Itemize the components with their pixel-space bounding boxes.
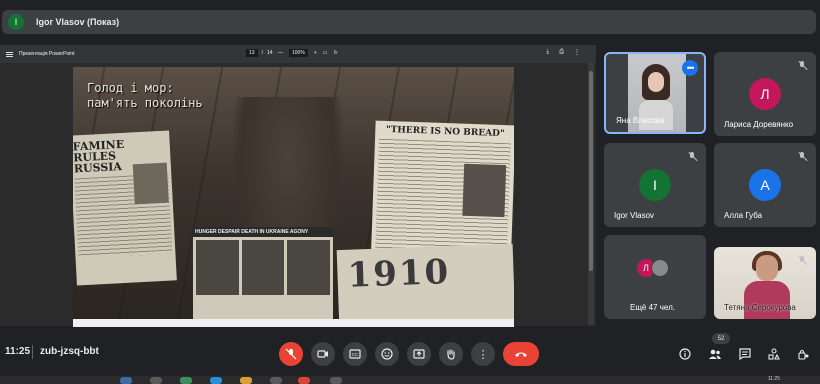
more-vert-icon[interactable]: ⋮ [574,49,580,56]
taskbar-clock: 11:25 [767,376,780,382]
chat-button[interactable] [736,345,754,363]
camera-button[interactable] [311,342,335,366]
app-icon[interactable] [150,377,162,384]
zoom-in-button[interactable]: + [314,50,317,56]
os-taskbar: 11:25 [0,376,820,384]
app-icon[interactable] [180,377,192,384]
participant-name: Яна Власова [616,116,665,125]
participant-tile-igor[interactable]: I Igor Vlasov [604,143,706,227]
end-call-icon [515,352,527,357]
menu-icon[interactable] [6,51,13,57]
info-button[interactable] [676,345,694,363]
slide-title-line2: пам'ять поколінь [87,96,203,110]
more-participants-label: Ещё 47 чел. [630,303,675,312]
people-button[interactable] [706,345,724,363]
more-vert-icon: ⋮ [477,348,489,361]
end-call-button[interactable] [503,342,539,366]
participant-name: Алла Губа [724,211,763,220]
rotate-icon[interactable]: ↻ [333,50,337,56]
pdf-actions: ⤓ ⎙ ⋮ [547,49,580,56]
raise-hand-icon [447,349,455,360]
clip-center-photos [193,237,333,298]
mic-off-icon [797,256,807,266]
presentation-stage: Презентація PowerPoint 13 / 14 — 100% + … [0,45,596,327]
participant-tile-yana[interactable]: ••• Яна Власова [604,52,706,134]
people-count-badge: 52 [712,333,730,344]
slide: FAMINE RULES RUSSIA "THERE IS NO BREAD" … [73,67,514,323]
app-icon[interactable] [298,377,310,384]
zoom-level[interactable]: 100% [289,49,308,57]
emoji-icon [381,348,393,360]
meeting-code: zub-jzsq-bbt [40,346,99,357]
zoom-out-button[interactable]: — [278,50,283,56]
slide-title-line1: Голод і мор: [87,81,174,95]
presenter-name: Igor Vlasov (Показ) [36,17,120,27]
meeting-control-bar: 11:25 zub-jzsq-bbt CC ⋮ 52 [0,333,820,373]
activities-icon [768,348,780,360]
divider [32,345,33,359]
avatar-photo [651,259,669,277]
participant-tile-larisa[interactable]: Л Лариса Доревянко [714,52,816,136]
mic-off-icon [797,152,807,162]
lock-person-icon [798,349,809,360]
download-icon[interactable]: ⤓ [547,49,550,56]
participant-tile-more[interactable]: Л Ещё 47 чел. [604,235,706,319]
page-current-input[interactable]: 13 [246,49,258,57]
mic-off-icon [285,348,297,360]
captions-icon: CC [349,349,361,359]
presenter-bar: I Igor Vlasov (Показ) [2,10,816,34]
newspaper-clip-center: HUNGER DESPAIR DEATH IN UKRAINE AGONY [193,227,333,323]
captions-button[interactable]: CC [343,342,367,366]
presenter-avatar: I [8,14,24,30]
clip-right-photo [462,163,507,218]
chat-icon [739,348,751,360]
info-icon [679,348,691,360]
people-icon [709,349,721,359]
mic-off-button[interactable] [279,342,303,366]
page-total: 14 [266,50,273,56]
app-icon[interactable] [210,377,222,384]
participant-name: Igor Vlasov [614,211,655,220]
slide-title: Голод і мор: пам'ять поколінь [87,81,203,111]
pdf-page-indicator: 13 / 14 [246,49,273,57]
slide-next-page-edge [73,319,514,327]
newspaper-clip-bottom-right: 1910 [336,243,514,323]
clip-center-headline: HUNGER DESPAIR DEATH IN UKRAINE AGONY [193,227,333,237]
avatar: I [639,169,671,201]
newspaper-clip-left: FAMINE RULES RUSSIA [73,130,177,286]
more-avatars: Л [637,259,669,277]
app-icon[interactable] [240,377,252,384]
pdf-title: Презентація PowerPoint [19,51,75,57]
avatar: А [749,169,781,201]
pdf-zoom: — 100% + ▭ ↻ [278,49,338,57]
avatar: Л [749,78,781,110]
app-icon[interactable] [270,377,282,384]
mic-off-icon [797,61,807,71]
raise-hand-button[interactable] [439,342,463,366]
activities-button[interactable] [765,345,783,363]
participant-tile-tetyana[interactable]: Тетяна Серокурова [714,247,816,319]
camera-icon [317,350,328,358]
svg-text:CC: CC [352,352,359,357]
fit-page-icon[interactable]: ▭ [323,50,328,56]
emoji-button[interactable] [375,342,399,366]
app-icon[interactable] [120,377,132,384]
participant-name: Тетяна Серокурова [724,303,796,312]
app-icon[interactable] [330,377,342,384]
participant-tile-alla[interactable]: А Алла Губа [714,143,816,227]
clip-br-headline: 1910 [346,252,451,296]
mic-off-icon [687,152,697,162]
more-options-icon[interactable]: ••• [682,60,698,76]
clip-left-photo [132,162,169,205]
present-icon [413,349,425,359]
print-icon[interactable]: ⎙ [559,49,564,56]
present-button[interactable] [407,342,431,366]
meeting-time: 11:25 [5,346,31,357]
more-options-button[interactable]: ⋮ [471,342,495,366]
page-separator: / [261,50,263,56]
participant-name: Лариса Доревянко [724,120,794,129]
host-controls-button[interactable] [794,345,812,363]
pdf-toolbar: Презентація PowerPoint 13 / 14 — 100% + … [0,45,596,63]
pdf-scrollbar[interactable] [588,63,594,325]
